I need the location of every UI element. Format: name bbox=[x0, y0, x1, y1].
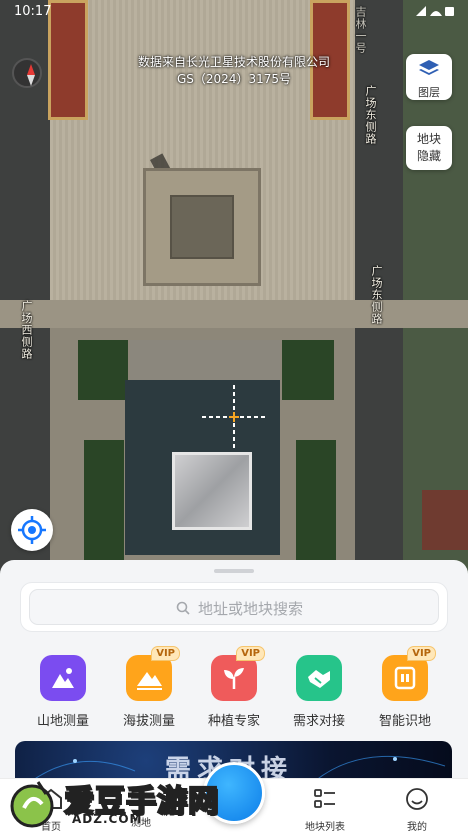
road-label: 广场东侧路 bbox=[370, 265, 383, 325]
vip-badge: VIP bbox=[236, 646, 265, 661]
layer-button[interactable]: 图层 bbox=[406, 54, 452, 100]
site-watermark: 爱豆手游网 ADZ.COM bbox=[8, 772, 258, 832]
hide-parcel-button[interactable]: 地块 隐藏 bbox=[406, 126, 452, 170]
feature-label: 海拔测量 bbox=[122, 714, 175, 729]
road-label: 广场东侧路 bbox=[364, 85, 377, 145]
tab-mine[interactable]: 我的 bbox=[370, 779, 464, 833]
locate-icon bbox=[18, 516, 46, 544]
feature-mountain-survey[interactable]: 山地测量 bbox=[20, 655, 106, 729]
profile-icon bbox=[406, 788, 428, 810]
feature-grid: 山地测量 VIP 海拔测量 VIP 种植专家 需求对接 VIP 智能识地 bbox=[0, 646, 468, 735]
planting-expert-icon: VIP bbox=[211, 646, 265, 701]
feature-demand-matching[interactable]: 需求对接 bbox=[276, 655, 362, 729]
vip-badge: VIP bbox=[151, 646, 180, 661]
memorial-hall-roof bbox=[172, 452, 252, 530]
tab-parcel-list[interactable]: 地块列表 bbox=[278, 779, 372, 833]
handshake-icon bbox=[296, 655, 342, 701]
cross-road bbox=[0, 300, 468, 328]
locate-button[interactable] bbox=[11, 509, 53, 551]
list-icon bbox=[314, 789, 335, 808]
feature-planting-expert[interactable]: VIP 种植专家 bbox=[191, 646, 277, 729]
signal-battery-icon bbox=[416, 6, 454, 16]
feature-altitude-survey[interactable]: VIP 海拔测量 bbox=[106, 646, 192, 729]
search-container: 地址或地块搜索 bbox=[20, 582, 448, 632]
layer-label: 图层 bbox=[418, 86, 440, 99]
layers-icon bbox=[419, 60, 439, 75]
sheet-drag-handle[interactable] bbox=[214, 569, 254, 573]
smart-land-icon: VIP bbox=[382, 646, 436, 701]
status-icons bbox=[414, 4, 456, 21]
compass-icon[interactable] bbox=[12, 58, 42, 88]
tree-strip bbox=[282, 340, 334, 400]
hide-parcel-line-2: 隐藏 bbox=[416, 149, 441, 163]
tab-label: 地块列表 bbox=[305, 822, 345, 833]
tree-strip bbox=[78, 340, 128, 400]
copyright-line-2: GS（2024）3175号 bbox=[177, 72, 291, 86]
tree-strip bbox=[84, 440, 124, 560]
status-bar: 10:17 bbox=[0, 0, 468, 24]
map-copyright: 数据来自长光卫星技术股份有限公司 GS（2024）3175号 bbox=[0, 54, 468, 88]
feature-smart-land-recognition[interactable]: VIP 智能识地 bbox=[362, 646, 448, 729]
search-input[interactable]: 地址或地块搜索 bbox=[29, 589, 439, 625]
feature-label: 智能识地 bbox=[378, 714, 431, 729]
feature-label: 山地测量 bbox=[36, 714, 89, 729]
altitude-survey-icon: VIP bbox=[126, 646, 180, 701]
mountain-survey-icon bbox=[40, 655, 86, 701]
search-icon bbox=[176, 601, 190, 615]
road-label: 广场西侧路 bbox=[20, 300, 33, 360]
vip-badge: VIP bbox=[407, 646, 436, 661]
tab-label: 我的 bbox=[407, 822, 427, 833]
monument bbox=[170, 195, 234, 259]
search-placeholder: 地址或地块搜索 bbox=[198, 600, 304, 618]
site-logo-icon bbox=[10, 781, 54, 828]
feature-label: 需求对接 bbox=[292, 714, 345, 729]
status-time: 10:17 bbox=[14, 4, 52, 19]
satellite-map[interactable]: 广场东侧路 广场西侧路 广场东侧路 吉林一号 数据来自长光卫星技术股份有限公司 … bbox=[0, 0, 468, 600]
hall-forecourt bbox=[130, 340, 280, 380]
building bbox=[422, 490, 468, 550]
crosshair-icon bbox=[202, 385, 266, 449]
site-watermark-domain: ADZ.COM bbox=[72, 812, 143, 826]
tree-strip bbox=[296, 440, 336, 560]
hide-parcel-line-1: 地块 bbox=[416, 132, 441, 146]
feature-label: 种植专家 bbox=[207, 714, 260, 729]
copyright-line-1: 数据来自长光卫星技术股份有限公司 bbox=[137, 55, 330, 69]
